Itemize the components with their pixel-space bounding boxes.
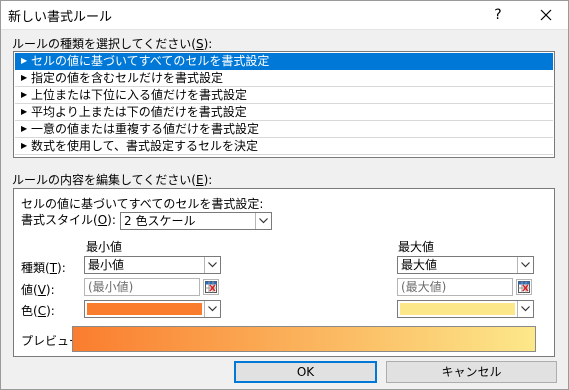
rule-type-item[interactable]: ▶ セルの値に基づいてすべてのセルを書式設定 [15,53,553,70]
rule-description: セルの値に基づいてすべてのセルを書式設定: [21,197,264,211]
rule-type-item[interactable]: ▶ 一意の値または重複する値だけを書式設定 [15,121,553,138]
max-type-select[interactable]: 最大値 [397,256,534,274]
format-style-select[interactable]: 2 色スケール [120,212,272,230]
chevron-down-icon [208,262,217,268]
close-icon [540,9,552,21]
chevron-down-icon [259,218,268,224]
range-select-icon [518,281,530,293]
dialog-title: 新しい書式ルール [8,10,113,25]
min-value-input[interactable]: (最小値) [84,278,200,296]
rule-edit-label: ルールの内容を編集してください(E): [12,173,213,187]
value-label: 値(V): [21,283,55,297]
close-button[interactable] [533,3,559,27]
dropdown-button[interactable] [204,257,220,273]
dropdown-button[interactable] [204,301,220,317]
rule-type-label: ルールの種類を選択してください(S): [12,37,213,51]
help-button[interactable]: ? [486,4,510,26]
min-type-select[interactable]: 最小値 [84,256,221,274]
max-value-input[interactable]: (最大値) [397,278,513,296]
dropdown-button[interactable] [255,213,271,229]
rule-type-item[interactable]: ▶ 上位または下位に入る値だけを書式設定 [15,87,553,104]
max-color-swatch [400,303,515,315]
triangle-right-icon: ▶ [21,56,28,65]
color-label: 色(C): [21,304,55,318]
rule-type-item[interactable]: ▶ 平均より上または下の値だけを書式設定 [15,104,553,121]
triangle-right-icon: ▶ [21,141,28,150]
min-color-picker[interactable] [84,300,221,318]
max-color-picker[interactable] [397,300,534,318]
format-style-label: 書式スタイル(O): [21,213,116,227]
min-range-select-button[interactable] [203,279,219,295]
rule-type-item[interactable]: ▶ 指定の値を含むセルだけを書式設定 [15,70,553,87]
rule-type-list[interactable]: ▶ セルの値に基づいてすべてのセルを書式設定 ▶ 指定の値を含むセルだけを書式設定 … [13,51,555,158]
min-color-swatch [87,303,202,315]
ok-button[interactable]: OK [234,361,377,383]
max-range-select-button[interactable] [516,279,532,295]
cancel-button[interactable]: キャンセル [386,361,557,383]
triangle-right-icon: ▶ [21,107,28,116]
dropdown-button[interactable] [517,301,533,317]
chevron-down-icon [521,306,530,312]
chevron-down-icon [521,262,530,268]
type-label: 種類(T): [21,261,66,275]
rule-type-item[interactable]: ▶ 数式を使用して、書式設定するセルを決定 [15,138,553,155]
chevron-down-icon [208,306,217,312]
triangle-right-icon: ▶ [21,90,28,99]
preview-gradient [72,326,536,352]
title-bar: 新しい書式ルール ? [0,0,569,30]
triangle-right-icon: ▶ [21,124,28,133]
dropdown-button[interactable] [517,257,533,273]
triangle-right-icon: ▶ [21,73,28,82]
range-select-icon [205,281,217,293]
max-header: 最大値 [398,240,435,254]
min-header: 最小値 [86,240,123,254]
